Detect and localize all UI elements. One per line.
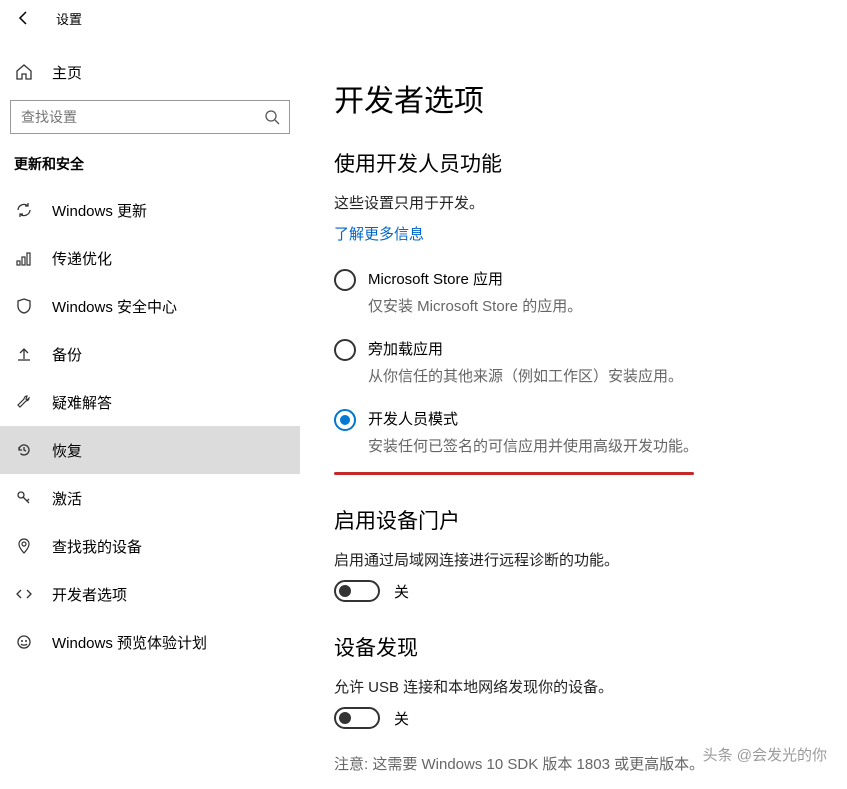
radio-label: Microsoft Store 应用 (368, 268, 582, 289)
sidebar-item-activation[interactable]: 激活 (0, 474, 300, 522)
arrow-left-icon (16, 10, 32, 26)
toggle-label: 关 (394, 581, 409, 602)
toggle-label: 关 (394, 708, 409, 729)
page-title: 开发者选项 (334, 76, 847, 120)
sidebar-item-label: 查找我的设备 (52, 536, 142, 557)
watermark: 头条 @会发光的你 (703, 744, 827, 765)
sidebar-item-label: 激活 (52, 488, 82, 509)
device-portal-section: 启用设备门户 启用通过局域网连接进行远程诊断的功能。 关 (334, 505, 847, 602)
sidebar-item-label: 开发者选项 (52, 584, 127, 605)
sync-icon (14, 201, 34, 219)
radio-label: 开发人员模式 (368, 408, 698, 429)
sidebar-item-label: 传递优化 (52, 248, 112, 269)
radio-label: 旁加载应用 (368, 338, 683, 359)
search-input[interactable] (11, 109, 255, 125)
radio-store-apps[interactable]: Microsoft Store 应用 仅安装 Microsoft Store 的… (334, 268, 847, 316)
window-title: 设置 (56, 9, 82, 28)
radio-icon (334, 339, 356, 361)
home-link[interactable]: 主页 (0, 50, 300, 94)
titlebar: 设置 (0, 0, 847, 36)
developer-icon (14, 585, 34, 603)
radio-sideload[interactable]: 旁加载应用 从你信任的其他来源（例如工作区）安装应用。 (334, 338, 847, 386)
dev-features-desc: 这些设置只用于开发。 (334, 192, 847, 213)
history-icon (14, 441, 34, 459)
sidebar-item-label: 备份 (52, 344, 82, 365)
optimization-icon (14, 249, 34, 267)
sidebar-item-developers[interactable]: 开发者选项 (0, 570, 300, 618)
key-icon (14, 489, 34, 507)
sidebar-item-label: 恢复 (52, 440, 82, 461)
device-portal-heading: 启用设备门户 (334, 505, 847, 535)
sidebar-item-label: Windows 更新 (52, 200, 147, 221)
backup-icon (14, 345, 34, 363)
device-discovery-heading: 设备发现 (334, 632, 847, 662)
radio-desc: 仅安装 Microsoft Store 的应用。 (368, 295, 582, 316)
home-label: 主页 (52, 62, 82, 83)
sidebar-item-label: 疑难解答 (52, 392, 112, 413)
sidebar-item-label: Windows 安全中心 (52, 296, 177, 317)
sidebar-item-recovery[interactable]: 恢复 (0, 426, 300, 474)
sidebar-item-windows-update[interactable]: Windows 更新 (0, 186, 300, 234)
sidebar-nav: Windows 更新 传递优化 Windows 安全中心 备份 疑难解答 恢复 (0, 186, 300, 666)
sidebar-item-troubleshoot[interactable]: 疑难解答 (0, 378, 300, 426)
radio-desc: 安装任何已签名的可信应用并使用高级开发功能。 (368, 435, 698, 456)
search-box[interactable] (10, 100, 290, 134)
sidebar-item-label: Windows 预览体验计划 (52, 632, 207, 653)
dev-mode-radio-group: Microsoft Store 应用 仅安装 Microsoft Store 的… (334, 268, 847, 456)
search-icon (255, 109, 289, 125)
main-content: 开发者选项 使用开发人员功能 这些设置只用于开发。 了解更多信息 Microso… (300, 36, 847, 789)
annotation-underline (334, 472, 694, 475)
radio-developer-mode[interactable]: 开发人员模式 安装任何已签名的可信应用并使用高级开发功能。 (334, 408, 847, 456)
sidebar-item-insider[interactable]: Windows 预览体验计划 (0, 618, 300, 666)
dev-features-heading: 使用开发人员功能 (334, 148, 847, 178)
sidebar-item-security[interactable]: Windows 安全中心 (0, 282, 300, 330)
wrench-icon (14, 393, 34, 411)
device-discovery-toggle[interactable] (334, 707, 380, 729)
sidebar-item-delivery-optimization[interactable]: 传递优化 (0, 234, 300, 282)
back-button[interactable] (8, 2, 40, 34)
home-icon (14, 63, 34, 81)
sidebar-item-backup[interactable]: 备份 (0, 330, 300, 378)
device-portal-toggle[interactable] (334, 580, 380, 602)
shield-icon (14, 297, 34, 315)
sidebar-item-find-device[interactable]: 查找我的设备 (0, 522, 300, 570)
insider-icon (14, 633, 34, 651)
radio-icon-selected (334, 409, 356, 431)
sidebar: 主页 更新和安全 Windows 更新 传递优化 Windows 安全中心 (0, 36, 300, 789)
dev-features-section: 使用开发人员功能 这些设置只用于开发。 了解更多信息 Microsoft Sto… (334, 148, 847, 475)
sidebar-section-title: 更新和安全 (0, 148, 300, 186)
device-discovery-desc: 允许 USB 连接和本地网络发现你的设备。 (334, 676, 847, 697)
radio-icon (334, 269, 356, 291)
radio-desc: 从你信任的其他来源（例如工作区）安装应用。 (368, 365, 683, 386)
learn-more-link[interactable]: 了解更多信息 (334, 223, 424, 244)
location-icon (14, 537, 34, 555)
device-portal-desc: 启用通过局域网连接进行远程诊断的功能。 (334, 549, 847, 570)
